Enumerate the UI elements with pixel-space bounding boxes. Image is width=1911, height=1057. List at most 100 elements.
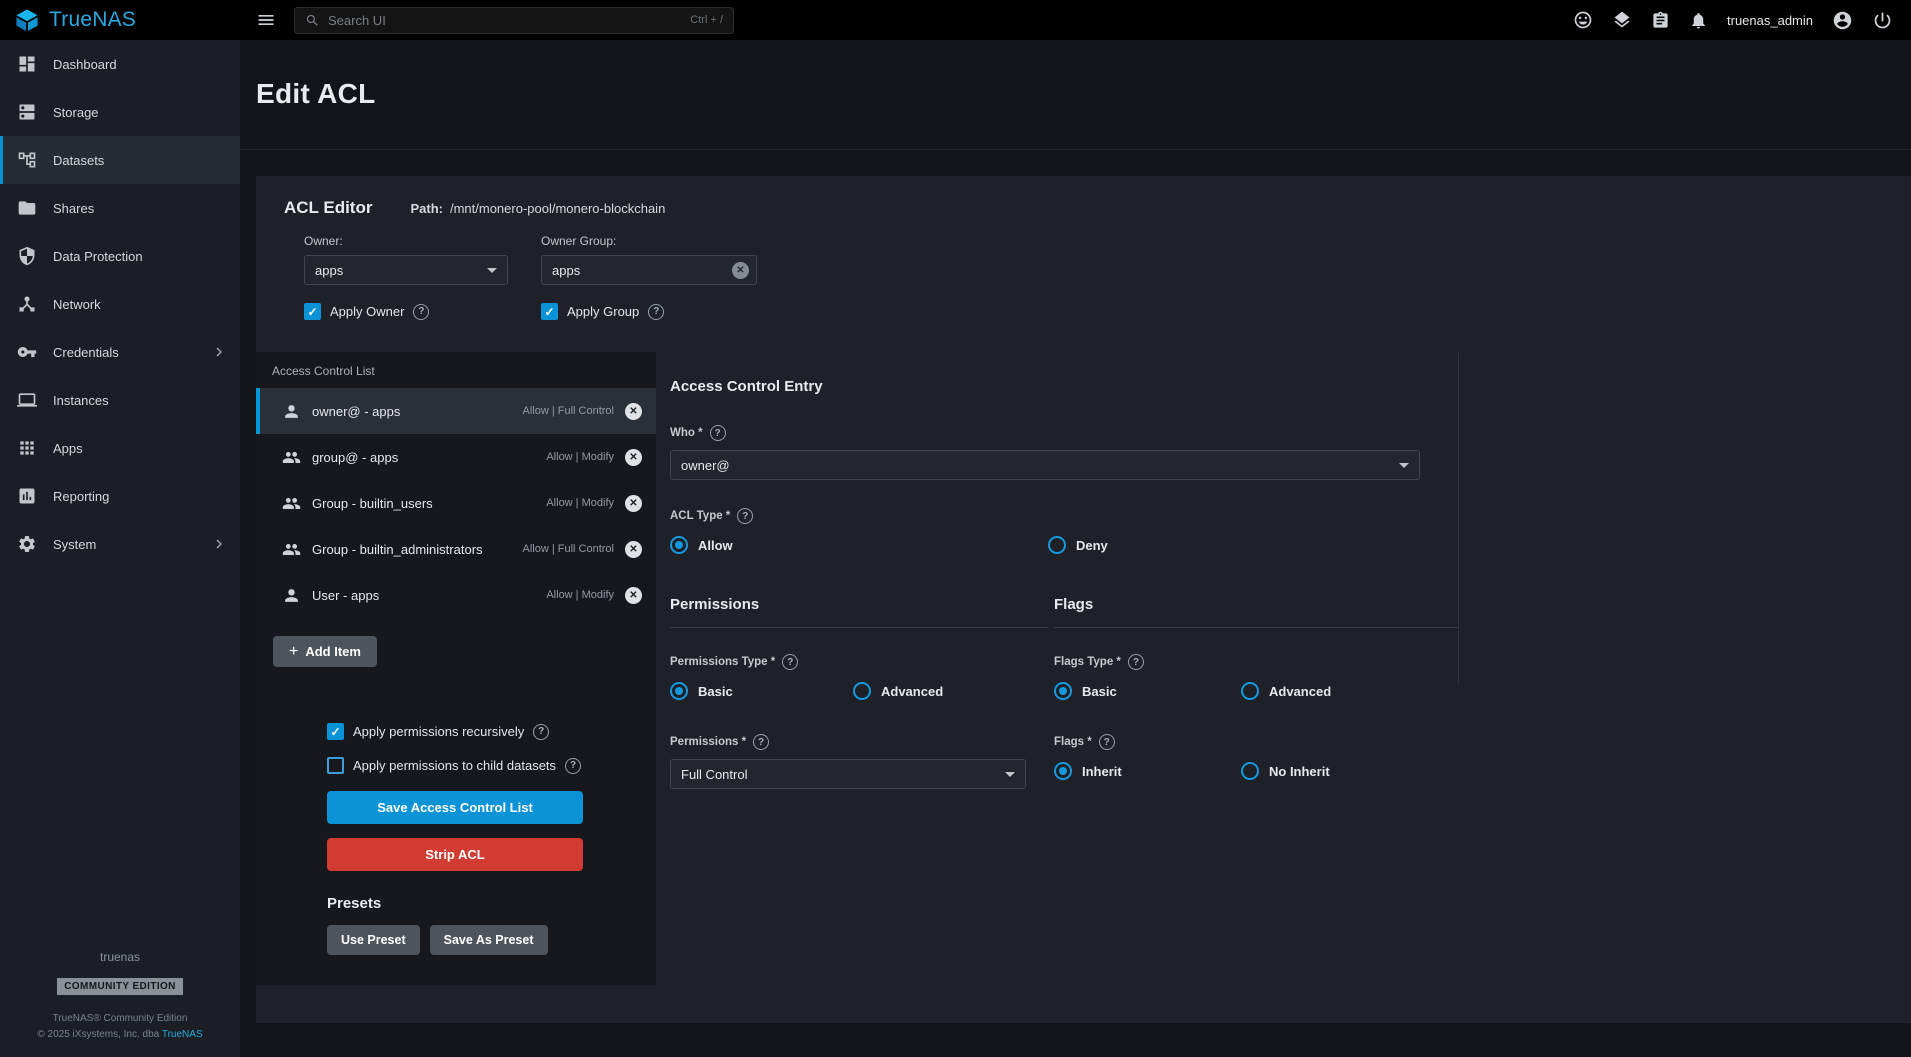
caret-down-icon <box>1399 463 1409 468</box>
plus-icon: + <box>289 643 298 661</box>
acl-editor-card: ACL Editor Path: /mnt/monero-pool/monero… <box>256 176 1911 1023</box>
people-icon <box>282 494 301 513</box>
sidebar-item-label: Credentials <box>53 345 119 360</box>
acl-entry-row[interactable]: group@ - apps Allow | Modify ✕ <box>256 434 656 480</box>
sidebar-footer: truenas COMMUNITY EDITION TrueNAS® Commu… <box>0 950 240 1043</box>
save-acl-button[interactable]: Save Access Control List <box>327 791 583 824</box>
flags-inherit-radio[interactable]: Inherit <box>1054 762 1241 780</box>
help-icon[interactable]: ? <box>1099 734 1115 750</box>
truenas-logo[interactable]: TrueNAS <box>0 7 240 33</box>
apply-recursively-checkbox[interactable]: ✓ <box>327 723 344 740</box>
acl-editor-heading: ACL Editor <box>284 198 372 218</box>
owner-group-input[interactable] <box>552 263 726 278</box>
help-icon[interactable]: ? <box>710 425 726 441</box>
people-icon <box>282 448 301 467</box>
sidebar-item-credentials[interactable]: Credentials <box>0 328 240 376</box>
radio-icon <box>1048 536 1066 554</box>
power-icon[interactable] <box>1872 10 1893 31</box>
sidebar-item-apps[interactable]: Apps <box>0 424 240 472</box>
shares-folder-icon <box>17 198 37 218</box>
flags-type-advanced-radio[interactable]: Advanced <box>1241 682 1428 700</box>
remove-ace-icon[interactable]: ✕ <box>625 449 642 466</box>
sidebar-item-reporting[interactable]: Reporting <box>0 472 240 520</box>
tasks-clipboard-icon[interactable] <box>1651 11 1670 30</box>
topbar-actions: truenas_admin <box>1573 10 1911 31</box>
page-header: Edit ACL <box>240 40 1911 150</box>
person-icon <box>282 586 301 605</box>
permissions-type-advanced-radio[interactable]: Advanced <box>853 682 1036 700</box>
computer-icon <box>17 390 37 410</box>
shield-icon <box>17 246 37 266</box>
radio-icon <box>1241 762 1259 780</box>
help-icon[interactable]: ? <box>533 724 549 740</box>
acl-type-allow-radio[interactable]: Allow <box>670 536 1048 554</box>
search-input[interactable] <box>328 13 682 28</box>
sidebar-item-instances[interactable]: Instances <box>0 376 240 424</box>
alerts-bell-icon[interactable] <box>1689 11 1708 30</box>
sidebar-item-system[interactable]: System <box>0 520 240 568</box>
sidebar-item-data-protection[interactable]: Data Protection <box>0 232 240 280</box>
help-icon[interactable]: ? <box>782 654 798 670</box>
brand-text: TrueNAS <box>49 8 136 32</box>
help-icon[interactable]: ? <box>1128 654 1144 670</box>
sidebar-item-shares[interactable]: Shares <box>0 184 240 232</box>
truenas-logo-icon <box>14 7 40 33</box>
flags-type-label-row: Flags Type * ? <box>1054 654 1458 670</box>
apply-owner-checkbox[interactable]: ✓ <box>304 303 321 320</box>
radio-icon <box>1241 682 1259 700</box>
feedback-icon[interactable] <box>1573 10 1593 30</box>
sidebar-item-label: Instances <box>53 393 109 408</box>
flags-type-basic-radio[interactable]: Basic <box>1054 682 1241 700</box>
global-search[interactable]: Ctrl + / <box>294 7 734 34</box>
owner-select[interactable]: apps <box>304 255 508 285</box>
key-icon <box>17 342 37 362</box>
radio-selected-icon <box>670 536 688 554</box>
sidebar-item-network[interactable]: Network <box>0 280 240 328</box>
acl-entry-row[interactable]: owner@ - apps Allow | Full Control ✕ <box>256 388 656 434</box>
acl-type-deny-radio[interactable]: Deny <box>1048 536 1426 554</box>
remove-ace-icon[interactable]: ✕ <box>625 541 642 558</box>
sidebar-item-dashboard[interactable]: Dashboard <box>0 40 240 88</box>
apply-group-checkbox[interactable]: ✓ <box>541 303 558 320</box>
help-icon[interactable]: ? <box>737 508 753 524</box>
who-select[interactable]: owner@ <box>670 450 1420 480</box>
add-item-button[interactable]: + Add Item <box>273 636 377 667</box>
acl-entry-row[interactable]: User - apps Allow | Modify ✕ <box>256 572 656 618</box>
apps-grid-icon <box>17 438 37 458</box>
help-icon[interactable]: ? <box>753 734 769 750</box>
permissions-select[interactable]: Full Control <box>670 759 1026 789</box>
apply-to-children-checkbox[interactable] <box>327 757 344 774</box>
owner-label: Owner: <box>304 234 508 248</box>
acl-entry-row[interactable]: Group - builtin_users Allow | Modify ✕ <box>256 480 656 526</box>
flags-heading: Flags <box>1054 596 1458 628</box>
remove-ace-icon[interactable]: ✕ <box>625 587 642 604</box>
remove-ace-icon[interactable]: ✕ <box>625 495 642 512</box>
page-title: Edit ACL <box>256 78 1911 110</box>
footer-truenas-link[interactable]: TrueNAS <box>162 1029 203 1040</box>
permissions-type-basic-radio[interactable]: Basic <box>670 682 853 700</box>
ace-who: Group - builtin_administrators <box>312 542 523 557</box>
apply-group-label: Apply Group <box>567 304 639 319</box>
remove-ace-icon[interactable]: ✕ <box>625 403 642 420</box>
search-icon <box>305 13 320 28</box>
help-icon[interactable]: ? <box>413 304 429 320</box>
use-preset-button[interactable]: Use Preset <box>327 925 420 955</box>
user-account-icon[interactable] <box>1832 10 1853 31</box>
save-as-preset-button[interactable]: Save As Preset <box>430 925 548 955</box>
help-icon[interactable]: ? <box>565 758 581 774</box>
sidebar-item-storage[interactable]: Storage <box>0 88 240 136</box>
flags-no-inherit-radio[interactable]: No Inherit <box>1241 762 1428 780</box>
ace-who: group@ - apps <box>312 450 546 465</box>
strip-acl-button[interactable]: Strip ACL <box>327 838 583 871</box>
menu-toggle-icon[interactable] <box>256 10 276 30</box>
access-control-entry-form: Access Control Entry Who * ? owner@ ACL … <box>656 352 1911 789</box>
dataset-path: Path: /mnt/monero-pool/monero-blockchain <box>410 201 665 216</box>
clear-input-icon[interactable]: ✕ <box>732 262 749 279</box>
help-icon[interactable]: ? <box>648 304 664 320</box>
jobs-layers-icon[interactable] <box>1612 10 1632 30</box>
edition-badge: COMMUNITY EDITION <box>57 978 183 995</box>
sidebar-item-datasets[interactable]: Datasets <box>0 136 240 184</box>
owner-group-field: Owner Group: ✕ <box>541 234 757 285</box>
apply-group-row: ✓ Apply Group ? <box>541 303 778 320</box>
acl-entry-row[interactable]: Group - builtin_administrators Allow | F… <box>256 526 656 572</box>
